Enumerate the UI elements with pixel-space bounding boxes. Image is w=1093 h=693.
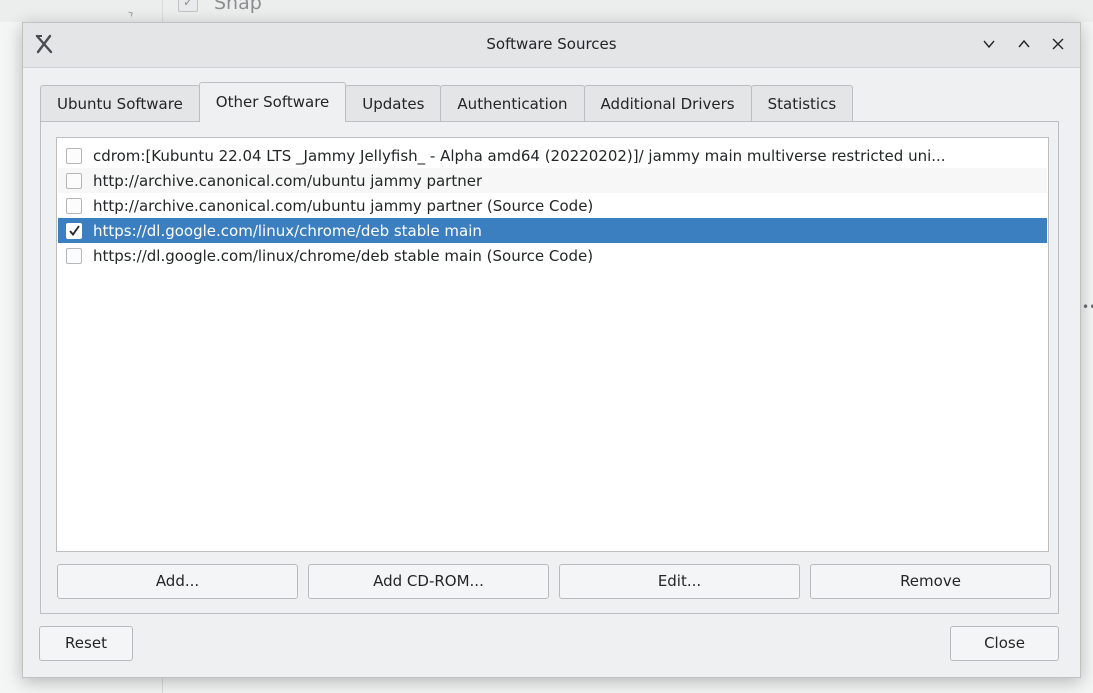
software-sources-dialog: Software Sources Ubuntu Software Other S… (22, 22, 1081, 678)
background-more-icon: •• (1082, 300, 1093, 314)
source-checkbox[interactable] (66, 172, 82, 189)
checkmark-icon (68, 225, 80, 236)
tab-bar: Ubuntu Software Other Software Updates A… (40, 82, 854, 122)
close-button[interactable]: Close (950, 626, 1059, 661)
background-checkbox: ✓ (178, 0, 198, 12)
minimize-icon[interactable] (978, 33, 1000, 55)
source-checkbox[interactable] (66, 147, 82, 164)
tab-updates[interactable]: Updates (345, 85, 442, 121)
source-checkbox[interactable] (66, 247, 82, 264)
title-bar: Software Sources (23, 23, 1080, 68)
source-row[interactable]: http://archive.canonical.com/ubuntu jamm… (58, 193, 1047, 218)
edit-button[interactable]: Edit... (559, 564, 800, 599)
add-button[interactable]: Add... (57, 564, 298, 599)
window-title: Software Sources (486, 35, 617, 53)
source-label: cdrom:[Kubuntu 22.04 LTS _Jammy Jellyfis… (93, 146, 946, 165)
remove-button[interactable]: Remove (810, 564, 1051, 599)
sources-list[interactable]: cdrom:[Kubuntu 22.04 LTS _Jammy Jellyfis… (56, 137, 1049, 552)
background-snap-label: Snap (214, 0, 262, 14)
maximize-icon[interactable] (1013, 33, 1035, 55)
tab-additional-drivers[interactable]: Additional Drivers (583, 85, 752, 121)
source-label: http://archive.canonical.com/ubuntu jamm… (93, 196, 594, 215)
source-label: https://dl.google.com/linux/chrome/deb s… (93, 246, 594, 265)
add-cdrom-button[interactable]: Add CD-ROM... (308, 564, 549, 599)
source-row[interactable]: http://archive.canonical.com/ubuntu jamm… (58, 168, 1047, 193)
source-label: https://dl.google.com/linux/chrome/deb s… (93, 221, 482, 240)
other-software-panel: cdrom:[Kubuntu 22.04 LTS _Jammy Jellyfis… (40, 121, 1059, 614)
source-row[interactable]: cdrom:[Kubuntu 22.04 LTS _Jammy Jellyfis… (58, 143, 1047, 168)
source-label: http://archive.canonical.com/ubuntu jamm… (93, 171, 483, 190)
source-row-selected[interactable]: https://dl.google.com/linux/chrome/deb s… (58, 218, 1047, 243)
source-checkbox[interactable] (66, 197, 82, 214)
background-toolbar (0, 0, 1093, 22)
source-checkbox-checked[interactable] (66, 222, 82, 239)
tab-ubuntu-software[interactable]: Ubuntu Software (40, 85, 200, 121)
source-row[interactable]: https://dl.google.com/linux/chrome/deb s… (58, 243, 1047, 268)
tab-other-software[interactable]: Other Software (198, 82, 347, 122)
tab-authentication[interactable]: Authentication (440, 85, 585, 121)
close-icon[interactable] (1047, 33, 1069, 55)
tab-statistics[interactable]: Statistics (750, 85, 854, 121)
reset-button[interactable]: Reset (39, 626, 133, 661)
